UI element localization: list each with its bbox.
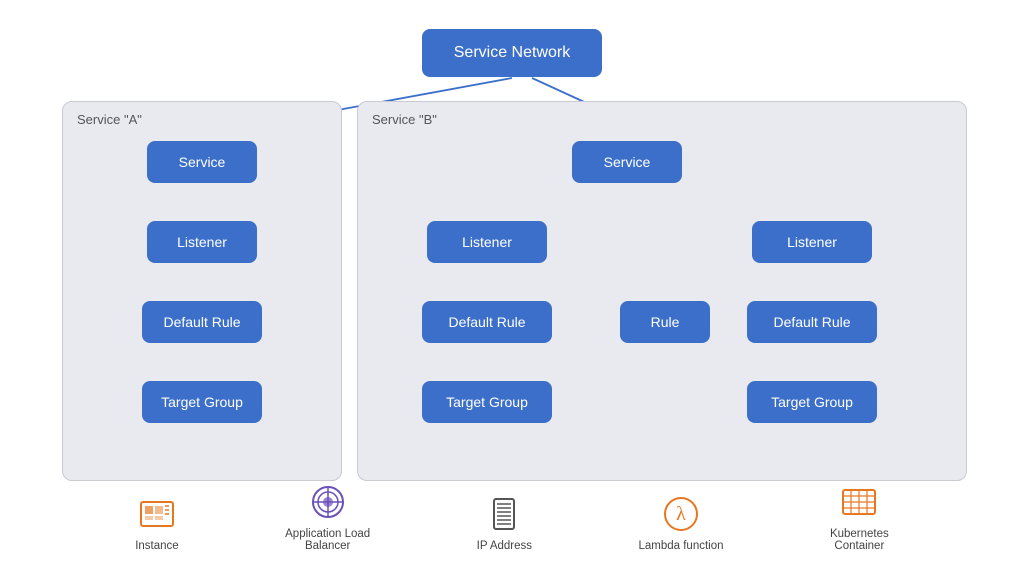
alb-icon-item: Application LoadBalancer <box>285 482 370 552</box>
lambda-icon-item: λ Lambda function <box>638 494 723 552</box>
lambda-label: Lambda function <box>638 540 723 552</box>
b-rule-node: Rule <box>620 301 710 343</box>
b-service-node: Service <box>572 141 682 183</box>
b-target-group-left-node: Target Group <box>422 381 552 423</box>
ip-address-icon-item: IP Address <box>477 494 532 552</box>
section-b-label: Service "B" <box>372 112 437 127</box>
k8s-icon-item: KubernetesContainer <box>830 482 889 552</box>
lambda-icon: λ <box>661 494 701 534</box>
a-listener-node: Listener <box>147 221 257 263</box>
k8s-icon <box>839 482 879 522</box>
alb-label: Application LoadBalancer <box>285 528 370 552</box>
service-network-node: Service Network <box>422 29 602 77</box>
a-service-node: Service <box>147 141 257 183</box>
b-listener-left-node: Listener <box>427 221 547 263</box>
a-target-group-node: Target Group <box>142 381 262 423</box>
alb-icon <box>308 482 348 522</box>
b-default-rule-left-node: Default Rule <box>422 301 552 343</box>
b-target-group-right-node: Target Group <box>747 381 877 423</box>
ip-address-label: IP Address <box>477 540 532 552</box>
b-listener-right-node: Listener <box>752 221 872 263</box>
svg-text:λ: λ <box>676 503 686 525</box>
instance-icon-item: Instance <box>135 494 178 552</box>
instance-label: Instance <box>135 540 178 552</box>
section-a-label: Service "A" <box>77 112 142 127</box>
icons-section: Instance Application LoadBalancer <box>22 482 1002 552</box>
a-default-rule-node: Default Rule <box>142 301 262 343</box>
instance-icon <box>137 494 177 534</box>
b-default-rule-right-node: Default Rule <box>747 301 877 343</box>
k8s-label: KubernetesContainer <box>830 528 889 552</box>
diagram-wrapper: Service Network Service "A" Service List… <box>22 11 1002 566</box>
ip-address-icon <box>484 494 524 534</box>
